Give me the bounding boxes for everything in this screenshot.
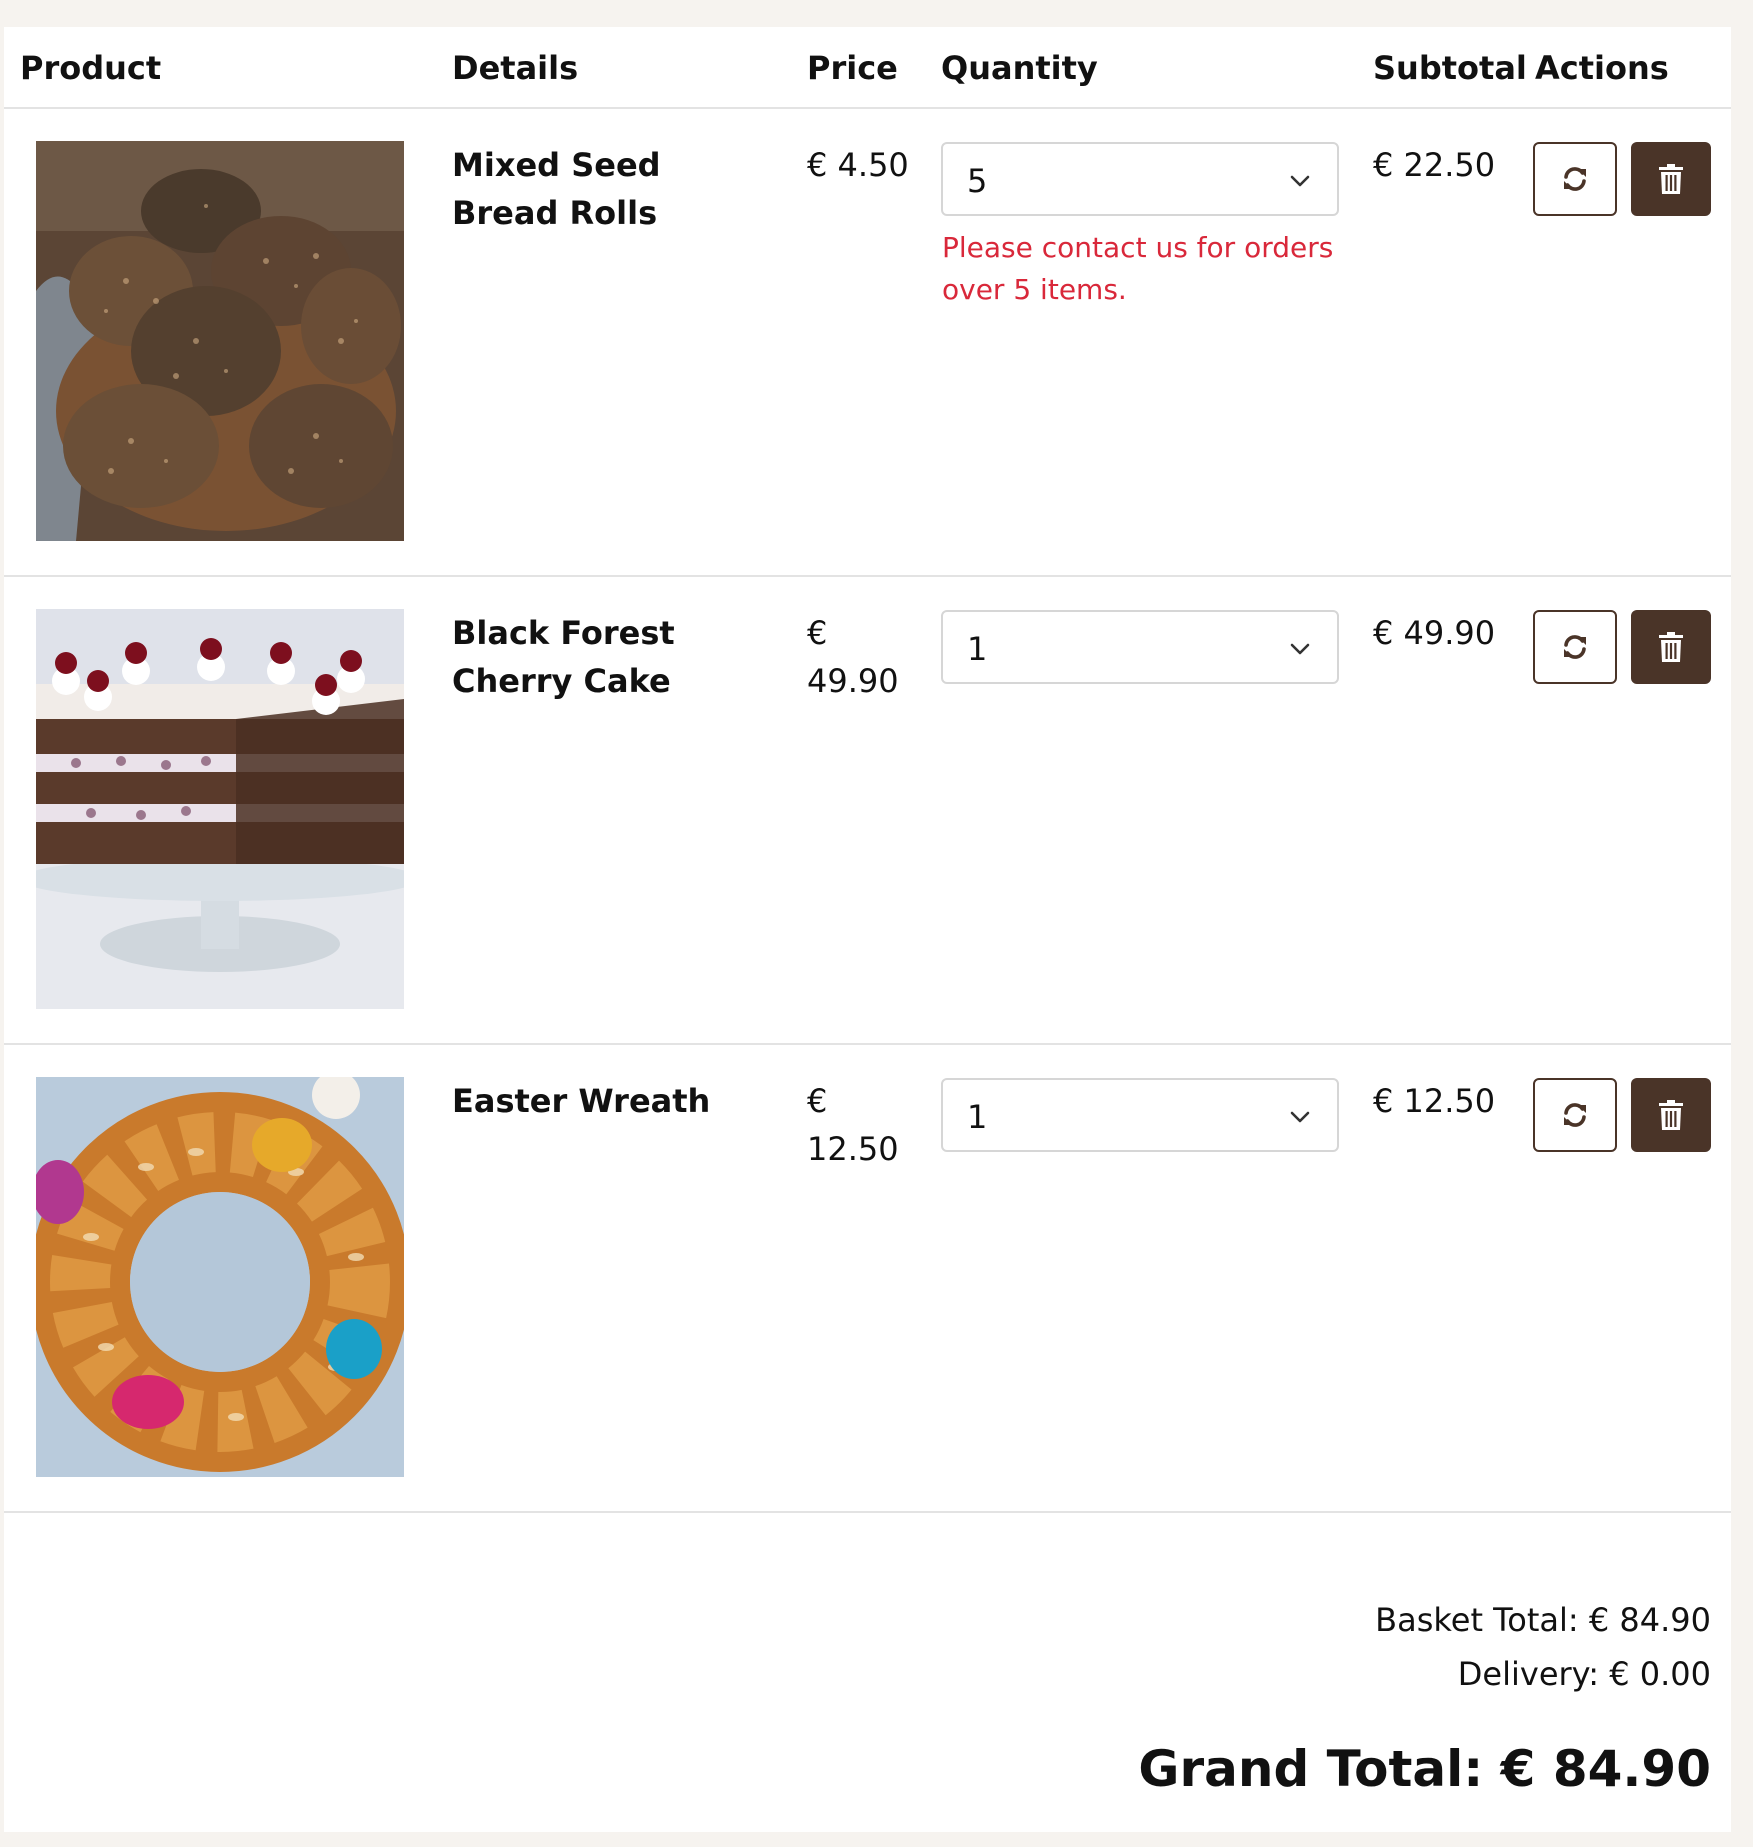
header-quantity: Quantity [941,49,1098,87]
basket-total: Basket Total: € 84.90 [1375,1601,1711,1639]
product-name: Easter Wreath [452,1082,711,1120]
quantity-value: 1 [967,630,988,668]
sync-icon [1564,635,1586,659]
header-actions: Actions [1535,49,1669,87]
chevron-down-icon [1290,643,1310,655]
row-subtotal: € 22.50 [1373,146,1496,184]
trash-icon [1659,1100,1683,1130]
product-image-black-forest-cake [36,609,404,1009]
product-price: € 4.50 [807,146,909,184]
quantity-value: 1 [967,1098,988,1136]
update-quantity-button[interactable] [1533,1078,1617,1152]
remove-item-button[interactable] [1631,1078,1711,1152]
row-subtotal: € 12.50 [1373,1082,1496,1120]
table-row: Mixed Seed Bread Rolls € 4.50 5 Please c… [4,109,1731,577]
trash-icon [1659,632,1683,662]
table-row: Black Forest Cherry Cake € 49.90 1 € 49.… [4,577,1731,1045]
table-row: Easter Wreath € 12.50 1 € 12.50 [4,1045,1731,1513]
row-subtotal: € 49.90 [1373,614,1496,652]
product-image-bread-rolls [36,141,404,541]
quantity-select[interactable]: 5 [941,142,1339,216]
quantity-select[interactable]: 1 [941,610,1339,684]
chevron-down-icon [1290,1111,1310,1123]
quantity-value: 5 [967,162,988,200]
header-subtotal: Subtotal [1373,49,1527,87]
update-quantity-button[interactable] [1533,142,1617,216]
remove-item-button[interactable] [1631,610,1711,684]
product-name: Black Forest Cherry Cake [452,614,675,700]
product-name: Mixed Seed Bread Rolls [452,146,661,232]
header-price: Price [807,49,898,87]
product-image-easter-wreath [36,1077,404,1477]
quantity-select[interactable]: 1 [941,1078,1339,1152]
basket-table: Product Details Price Quantity Subtotal … [4,27,1731,1832]
quantity-warning: Please contact us for orders over 5 item… [942,231,1334,306]
grand-total: Grand Total: € 84.90 [1138,1740,1711,1798]
sync-icon [1564,1103,1586,1127]
remove-item-button[interactable] [1631,142,1711,216]
header-details: Details [452,49,579,87]
product-price: € 12.50 [807,1082,899,1168]
table-header: Product Details Price Quantity Subtotal … [4,27,1731,109]
delivery-total: Delivery: € 0.00 [1457,1655,1711,1693]
header-product: Product [20,49,162,87]
trash-icon [1659,164,1683,194]
product-price: € 49.90 [807,614,899,700]
update-quantity-button[interactable] [1533,610,1617,684]
sync-icon [1564,167,1586,191]
chevron-down-icon [1290,175,1310,187]
